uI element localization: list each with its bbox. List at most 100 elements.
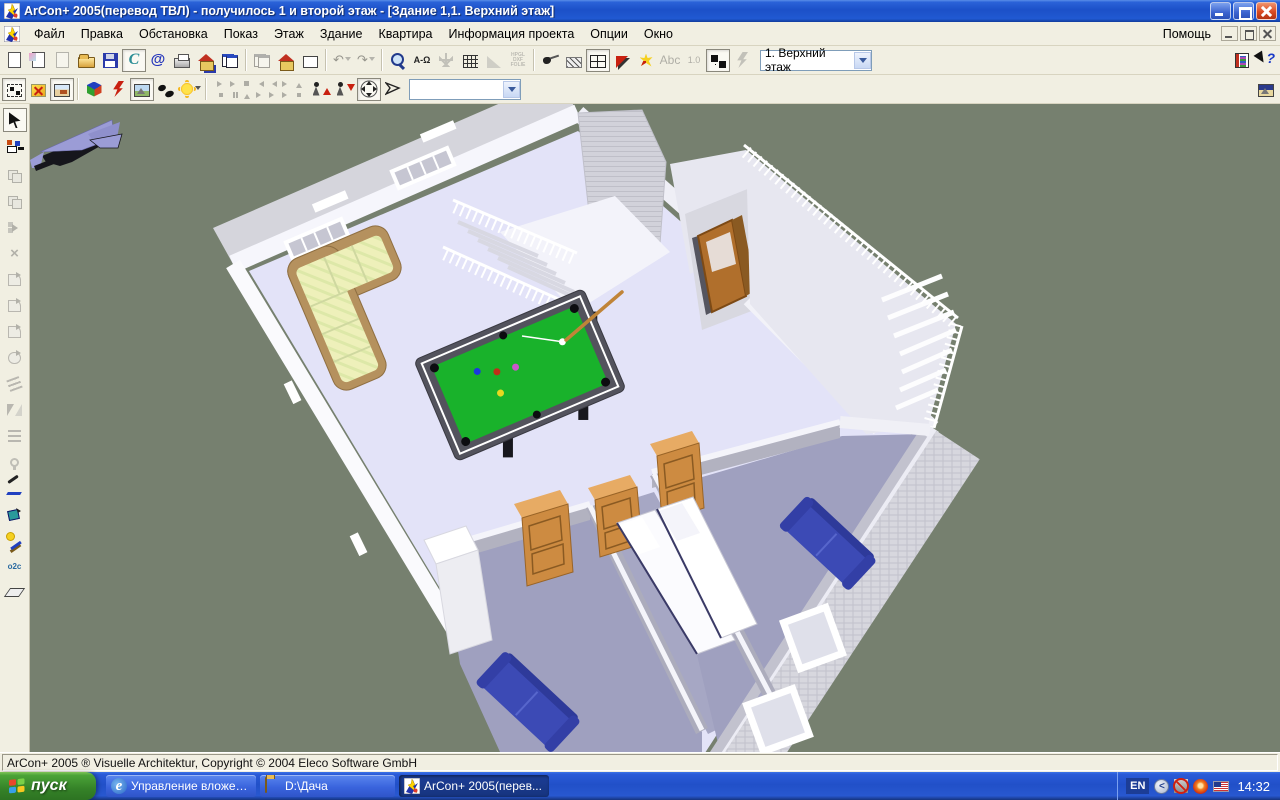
scanner-button[interactable]	[538, 49, 562, 72]
menu-project-info[interactable]: Информация проекта	[441, 24, 583, 44]
restore-button[interactable]	[1233, 2, 1254, 20]
scatter-button[interactable]	[706, 49, 730, 72]
fill-color-button[interactable]	[3, 502, 27, 526]
save-project-button[interactable]	[194, 49, 218, 72]
mdi-minimize-button[interactable]	[1221, 26, 1238, 41]
zoom-button[interactable]	[386, 49, 410, 72]
text-button[interactable]: Abc	[658, 49, 682, 72]
delete-button[interactable]: ×	[3, 242, 27, 266]
ruler-button[interactable]	[482, 49, 506, 72]
tray-download-icon[interactable]	[1193, 779, 1208, 794]
eraser-icon	[4, 588, 25, 597]
red-flag-button[interactable]	[610, 49, 634, 72]
minimize-button[interactable]	[1210, 2, 1231, 20]
new-view-button[interactable]	[298, 49, 322, 72]
open-project-button[interactable]	[74, 49, 98, 72]
delete-selection-button[interactable]	[26, 78, 50, 101]
close-project-button[interactable]	[50, 49, 74, 72]
floor-selector-dropdown[interactable]	[854, 52, 871, 69]
floorplan-mode-button[interactable]	[586, 49, 610, 72]
yellow-flag-button[interactable]	[634, 49, 658, 72]
select-tool-button[interactable]	[3, 108, 27, 132]
3d-viewport[interactable]	[30, 104, 1280, 752]
cascade-windows-button[interactable]	[218, 49, 242, 72]
window-layout-button[interactable]	[250, 49, 274, 72]
menu-building[interactable]: Здание	[312, 24, 371, 44]
floor-selector[interactable]: 1. Верхний этаж	[760, 50, 872, 71]
mdi-close-button[interactable]	[1259, 26, 1276, 41]
catalog-search-button[interactable]: A-Ω	[410, 49, 434, 72]
menu-file[interactable]: Файл	[26, 24, 73, 44]
copy-move-button[interactable]	[3, 216, 27, 240]
measure-button[interactable]	[3, 372, 27, 396]
menu-options[interactable]: Опции	[582, 24, 636, 44]
save-image-button[interactable]	[1254, 78, 1278, 101]
email-button[interactable]: @	[146, 49, 170, 72]
menu-furnishing[interactable]: Обстановка	[131, 24, 216, 44]
task-folder-window[interactable]: D:\Дача	[260, 775, 395, 797]
mirror-button[interactable]	[3, 398, 27, 422]
open-drawing-button[interactable]	[26, 49, 50, 72]
sweep-button[interactable]	[3, 580, 27, 604]
context-help-button[interactable]	[1254, 49, 1278, 72]
grid-button[interactable]	[458, 49, 482, 72]
rotate-free-button[interactable]	[3, 346, 27, 370]
arcon-mode-button[interactable]: C	[122, 49, 146, 72]
redo-button[interactable]: ↷	[354, 49, 378, 72]
new-project-button[interactable]	[2, 49, 26, 72]
rotate-180-button[interactable]	[3, 294, 27, 318]
walk-direction-button[interactable]	[381, 78, 405, 101]
hatch-button[interactable]	[562, 49, 586, 72]
language-indicator[interactable]: EN	[1126, 778, 1149, 794]
floor-up-button[interactable]	[309, 78, 333, 101]
textured-view-button[interactable]	[130, 78, 154, 101]
shadow-button[interactable]	[154, 78, 178, 101]
floor-down-button[interactable]	[333, 78, 357, 101]
tray-flag-icon[interactable]	[1213, 781, 1229, 792]
multi-select-tool-button[interactable]	[3, 134, 27, 158]
save-button[interactable]	[98, 49, 122, 72]
menu-view[interactable]: Показ	[216, 24, 266, 44]
menu-floor[interactable]: Этаж	[266, 24, 312, 44]
interior-view-button[interactable]	[50, 78, 74, 101]
tray-blocked-icon[interactable]	[1174, 779, 1188, 793]
menu-apartment[interactable]: Квартира	[370, 24, 440, 44]
menu-help[interactable]: Помощь	[1155, 24, 1219, 44]
task-ie-window[interactable]: e Управление вложен...	[106, 775, 256, 797]
task-arcon-window[interactable]: ArCon+ 2005(перев...	[399, 775, 549, 797]
ungroup-button[interactable]	[3, 190, 27, 214]
tray-switcher-icon[interactable]: <	[1154, 779, 1169, 794]
print-button[interactable]	[170, 49, 194, 72]
clock[interactable]: 14:32	[1237, 779, 1270, 794]
texture-brush-button[interactable]	[3, 528, 27, 552]
3d-view-button[interactable]	[82, 78, 106, 101]
o2c-export-button[interactable]: o2c	[3, 554, 27, 578]
refresh-view-button[interactable]	[106, 78, 130, 101]
lightning-tool-button[interactable]	[730, 49, 754, 72]
draw-tool-button[interactable]	[3, 476, 27, 500]
close-button[interactable]	[1256, 2, 1277, 20]
origin-button[interactable]	[434, 49, 458, 72]
light-button[interactable]	[3, 450, 27, 474]
object-selector-dropdown[interactable]	[503, 81, 520, 98]
rotate-270-button[interactable]	[3, 320, 27, 344]
walkthrough-player-controls[interactable]	[214, 78, 305, 100]
undo-button[interactable]: ↶	[330, 49, 354, 72]
task-label: Управление вложен...	[131, 779, 251, 793]
rotate-90-button[interactable]	[3, 268, 27, 292]
start-label: пуск	[31, 777, 67, 795]
object-selector[interactable]	[409, 79, 521, 100]
pan-mode-button[interactable]	[357, 78, 381, 101]
group-button[interactable]	[3, 164, 27, 188]
daylight-button[interactable]	[178, 78, 202, 101]
align-button[interactable]	[3, 424, 27, 448]
dimension-button[interactable]: 1.0	[682, 49, 706, 72]
start-button[interactable]: пуск	[0, 772, 96, 800]
selection-mode-button[interactable]	[2, 78, 26, 101]
catalog-button[interactable]	[1230, 49, 1254, 72]
mdi-restore-button[interactable]	[1240, 26, 1257, 41]
menu-window[interactable]: Окно	[636, 24, 681, 44]
load-building-button[interactable]	[274, 49, 298, 72]
menu-edit[interactable]: Правка	[73, 24, 131, 44]
hpgl-export-button[interactable]: HPGLDXFFOLIE	[506, 49, 530, 72]
